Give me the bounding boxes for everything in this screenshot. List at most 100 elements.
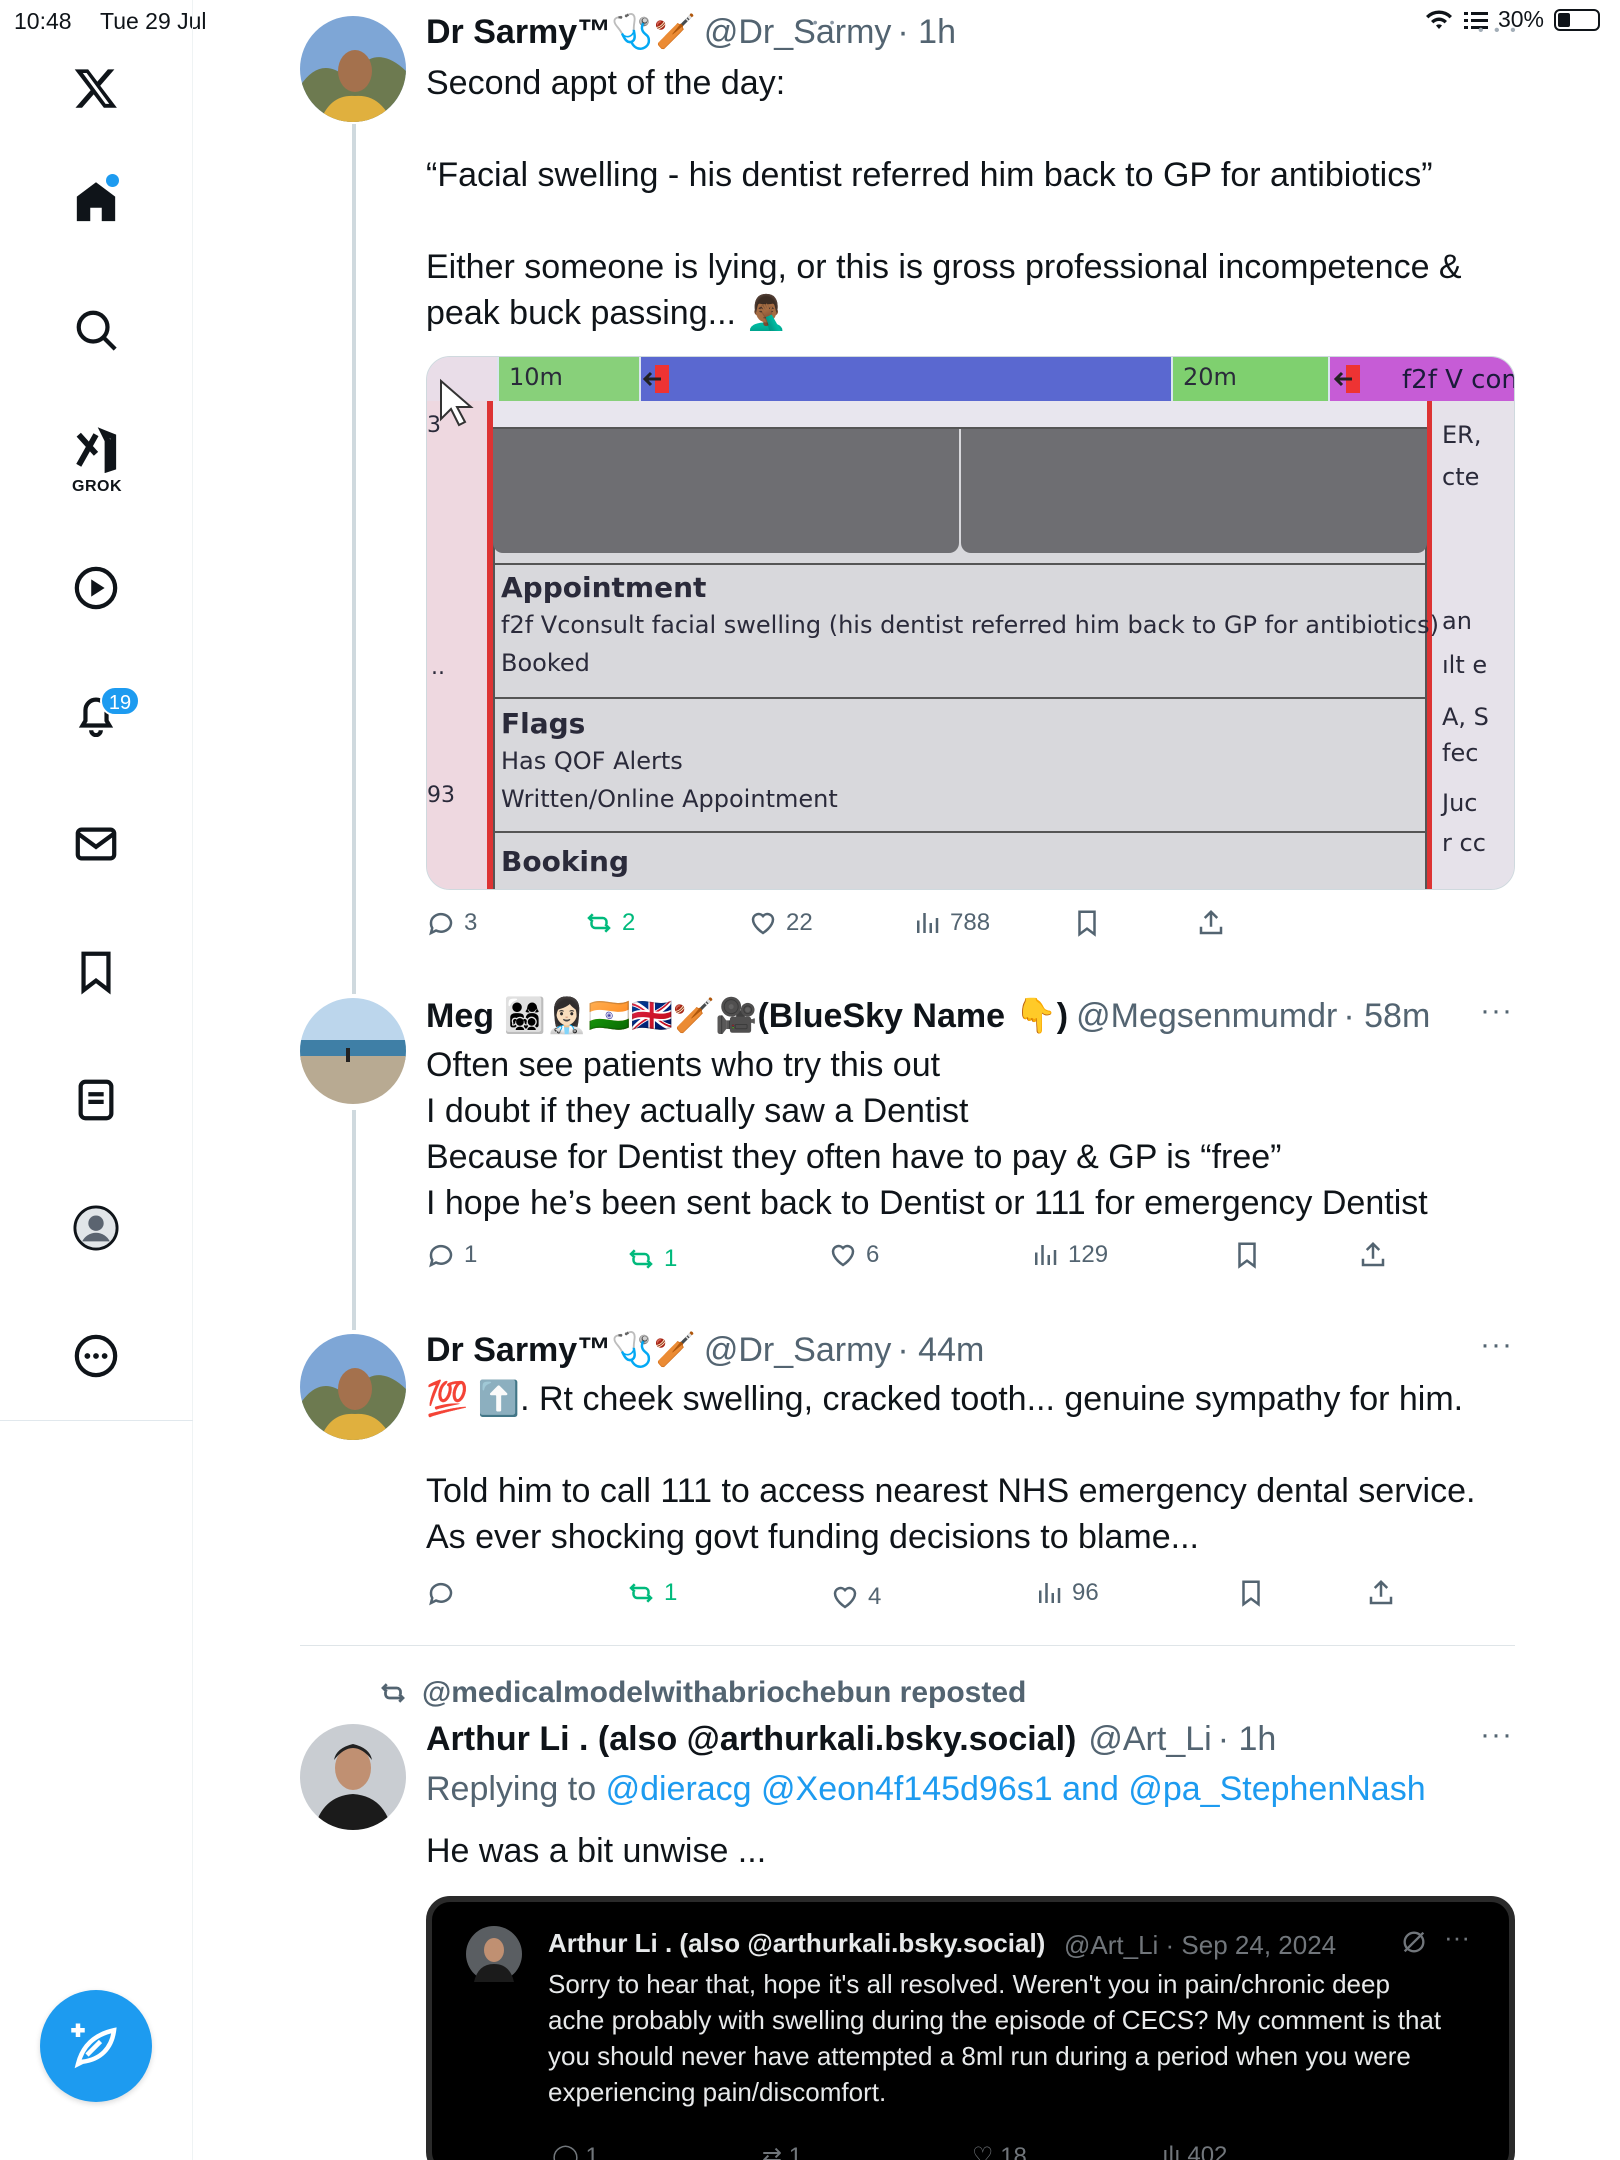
reply-button[interactable]: 1: [426, 1240, 477, 1270]
thread-connector: [352, 1110, 356, 1330]
profile-icon[interactable]: [66, 1198, 126, 1258]
embedded-avatar: [466, 1926, 522, 1982]
post-header: Arthur Li . (also @arthurkali.bsky.socia…: [426, 1720, 1276, 1759]
reply-icon: [429, 912, 453, 936]
more-options-button[interactable]: ···: [1480, 1328, 1513, 1362]
embedded-line: Sorry to hear that, hope it's all resolv…: [548, 1969, 1390, 1999]
views-button[interactable]: 129: [1030, 1240, 1108, 1270]
post-text: Often see patients who try this out I do…: [426, 1042, 1516, 1226]
bookmark-button[interactable]: [1232, 1240, 1262, 1270]
embedded-like-count: 18: [1000, 2143, 1027, 2160]
heart-icon: [751, 912, 775, 935]
post-image[interactable]: 10m 20m f2f V con 3 .. 93 ER, cte an ılt…: [426, 356, 1515, 890]
author-handle[interactable]: @Art_Li: [1088, 1720, 1211, 1759]
post-time[interactable]: · 58m: [1343, 997, 1430, 1036]
more-options-button[interactable]: ···: [1480, 1718, 1513, 1752]
wifi-icon: [1425, 9, 1452, 29]
right-fragment: ER,: [1442, 421, 1482, 449]
notifications-count-badge: 19: [100, 686, 140, 716]
replying-handles[interactable]: @dieracg @Xeon4f145d96s1: [606, 1770, 1053, 1808]
right-fragment: A, S: [1442, 703, 1489, 731]
right-fragment: Juc: [1442, 789, 1478, 817]
post-line: [426, 106, 1516, 152]
post-time[interactable]: · 44m: [897, 1331, 984, 1370]
post-header: Meg 👨‍👩‍👧‍👦👩🏻‍⚕️🇮🇳🇬🇧🏏🎥(BlueSky Name 👇) @…: [426, 996, 1430, 1036]
author-name[interactable]: Dr Sarmy™🩺🏏: [426, 12, 696, 52]
cursor-icon: [440, 378, 474, 427]
embedded-line: ache probably with swelling during the e…: [548, 2005, 1442, 2035]
post-actions: 1 4 96: [426, 1578, 1526, 1618]
appointment-status: Booked: [501, 649, 590, 677]
post-line: As ever shocking govt funding decisions …: [426, 1518, 1199, 1556]
like-count: 6: [866, 1241, 880, 1268]
avatar[interactable]: [300, 998, 406, 1104]
embedded-handle: @Art_Li · Sep 24, 2024: [1064, 1930, 1337, 1960]
avatar[interactable]: [300, 1724, 406, 1830]
author-name[interactable]: Arthur Li . (also @arthurkali.bsky.socia…: [426, 1720, 1076, 1759]
author-name[interactable]: Dr Sarmy™🩺🏏: [426, 1330, 696, 1370]
reply-icon: [429, 1582, 453, 1606]
post-actions: 3 2 22 788: [426, 908, 1526, 948]
repost-button[interactable]: 1: [626, 1578, 677, 1608]
post-text: Second appt of the day: “Facial swelling…: [426, 60, 1516, 336]
share-button[interactable]: [1366, 1578, 1396, 1608]
lists-icon[interactable]: [66, 1070, 126, 1130]
embedded-line: you should never have attempted a 8ml ru…: [548, 2041, 1411, 2071]
like-count: 4: [868, 1583, 882, 1610]
repost-indicator[interactable]: @medicalmodelwithabriochebun reposted: [378, 1676, 1026, 1710]
search-icon[interactable]: [66, 300, 126, 360]
post-time[interactable]: · 1h: [1218, 1720, 1277, 1759]
bookmark-icon[interactable]: [66, 942, 126, 1002]
views-button[interactable]: 96: [1034, 1578, 1099, 1608]
reply-count: 1: [464, 1241, 478, 1268]
compose-button[interactable]: [40, 1990, 152, 2102]
repost-icon: [587, 913, 611, 933]
left-fragment: ..: [431, 655, 445, 680]
author-handle[interactable]: @Dr_Sarmy: [704, 1331, 892, 1370]
views-button[interactable]: 788: [912, 908, 990, 938]
section-divider: [493, 563, 1427, 565]
author-handle[interactable]: @Megsenmumdr: [1076, 997, 1337, 1036]
repost-button[interactable]: 2: [584, 908, 635, 938]
multitask-dots[interactable]: • • •: [1478, 22, 1519, 40]
post-header: Dr Sarmy™🩺🏏 @Dr_Sarmy · 44m: [426, 1330, 984, 1370]
share-button[interactable]: [1358, 1240, 1388, 1270]
bookmark-button[interactable]: [1072, 908, 1102, 938]
more-options-button[interactable]: ···: [1480, 994, 1513, 1028]
bookmark-button[interactable]: [1236, 1578, 1266, 1608]
repost-count: 1: [664, 1245, 678, 1272]
replying-handle[interactable]: @pa_StephenNash: [1128, 1770, 1425, 1808]
post-line: Because for Dentist they often have to p…: [426, 1138, 1282, 1176]
author-name[interactable]: Meg 👨‍👩‍👧‍👦👩🏻‍⚕️🇮🇳🇬🇧🏏🎥(BlueSky Name 👇): [426, 996, 1068, 1036]
author-handle[interactable]: @Dr_Sarmy: [704, 13, 892, 52]
reply-button[interactable]: 3: [426, 908, 477, 938]
avatar[interactable]: [300, 16, 406, 122]
post-line: He was a bit unwise ...: [426, 1832, 767, 1870]
sidebar: GROK 19: [0, 0, 193, 2160]
repost-label: @medicalmodelwithabriochebun reposted: [422, 1676, 1027, 1709]
like-button[interactable]: 6: [828, 1240, 879, 1270]
post-line: “Facial swelling - his dentist referred …: [426, 156, 1433, 194]
avatar[interactable]: [300, 1334, 406, 1440]
post-line: [426, 198, 1516, 244]
x-logo-icon[interactable]: [66, 58, 126, 118]
grok-icon[interactable]: [66, 420, 126, 480]
repost-button[interactable]: 1: [626, 1244, 677, 1274]
post-line: I hope he’s been sent back to Dentist or…: [426, 1184, 1428, 1222]
grok-label: GROK: [72, 478, 122, 495]
right-fragment: r cc: [1442, 829, 1486, 857]
embedded-more-icon: ···: [1444, 1922, 1470, 1952]
reply-button[interactable]: [426, 1578, 464, 1608]
more-icon[interactable]: [66, 1326, 126, 1386]
mail-icon[interactable]: [66, 814, 126, 874]
post-line: peak buck passing... 🤦🏾‍♂️: [426, 294, 788, 332]
right-fragment: an: [1442, 607, 1472, 635]
like-button[interactable]: 4: [830, 1582, 881, 1612]
share-button[interactable]: [1196, 908, 1226, 938]
post-time[interactable]: · 1h: [897, 13, 956, 52]
video-icon[interactable]: [66, 558, 126, 618]
post-image[interactable]: Arthur Li . (also @arthurkali.bsky.socia…: [426, 1896, 1515, 2160]
flag-item: Written/Online Appointment: [501, 785, 838, 813]
post-line: Told him to call 111 to access nearest N…: [426, 1472, 1476, 1510]
like-button[interactable]: 22: [748, 908, 813, 938]
